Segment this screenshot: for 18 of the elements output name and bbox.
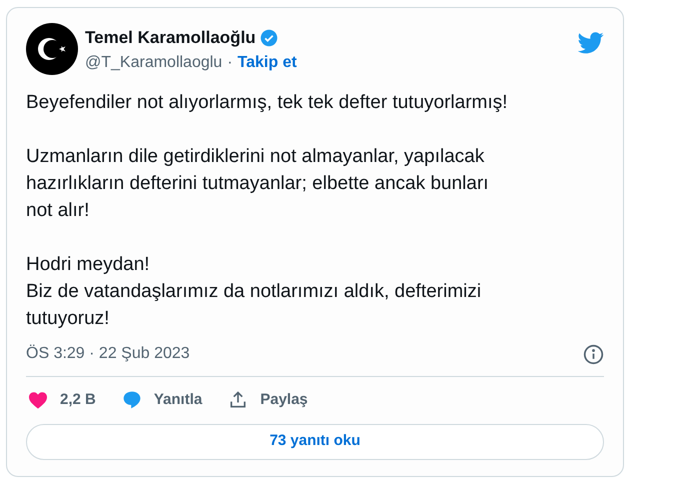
crescent-star-avatar-icon [26, 23, 78, 75]
follow-link[interactable]: Takip et [238, 50, 297, 74]
tweet-paragraph: Uzmanların dile getirdiklerini not almayanlar, yapılacak hazırlıkların defterini tutmayanlar; elbette ancak bunları not alır! [26, 145, 490, 223]
author-handle[interactable]: @T_Karamollaoglu [85, 50, 222, 74]
tweet-timestamp[interactable]: ÖS 3:29 · 22 Şub 2023 [26, 342, 190, 366]
separator-dot: · [227, 52, 233, 72]
share-icon [228, 390, 248, 410]
speech-bubble-icon [122, 390, 142, 410]
read-replies-button[interactable]: 73 yanıtı oku [26, 424, 604, 460]
action-label[interactable]: Paylaş [260, 389, 308, 412]
bird-icon[interactable] [578, 32, 604, 54]
action-label[interactable]: 2,2 B [60, 389, 96, 412]
heart-icon [28, 391, 48, 410]
action-label[interactable]: Yanıtla [154, 389, 202, 412]
info-icon[interactable] [583, 344, 604, 364]
author-name[interactable]: Temel Karamollaoğlu [85, 25, 256, 50]
tweet-paragraph: Beyefendiler not alıyorlarmış, tek tek defter tutuyorlarmış! [26, 91, 509, 115]
tweet-paragraph: Hodri meydan! Biz de vatandaşlarımız da notlarımızı aldık, defterimizi tutuyoruz! [26, 253, 482, 331]
